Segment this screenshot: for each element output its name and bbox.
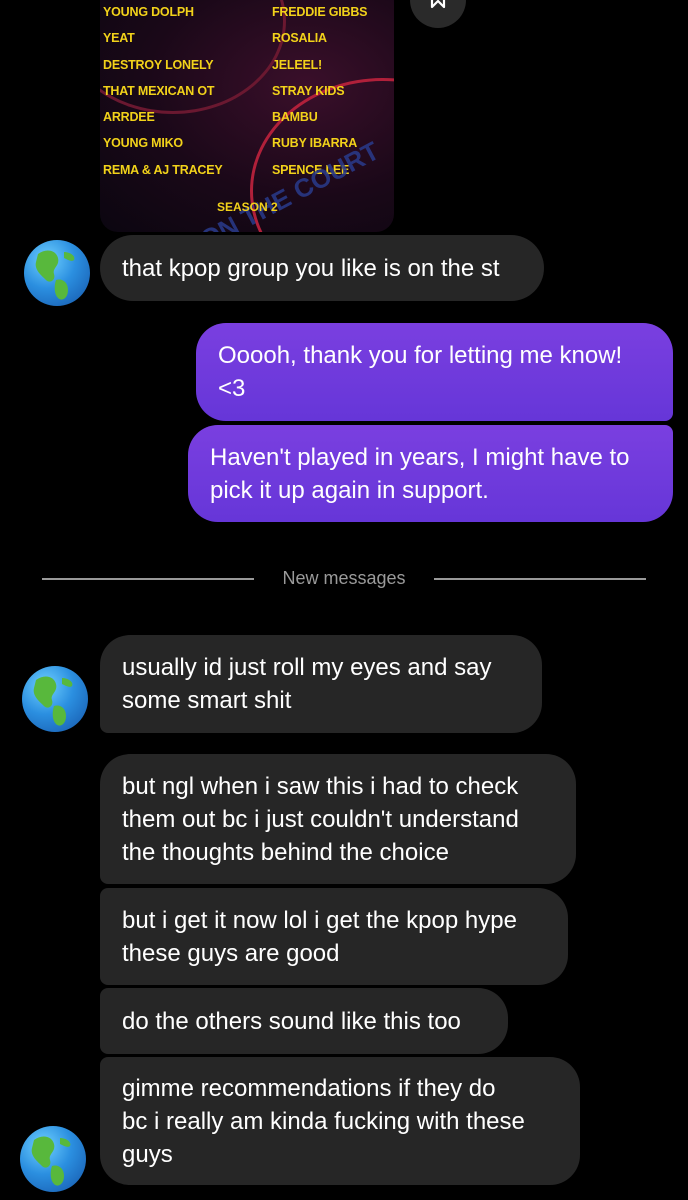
avatar[interactable] bbox=[20, 1126, 86, 1192]
lineup-left-column: YOUNG DOLPH YEAT DESTROY LONELY THAT MEX… bbox=[103, 2, 253, 186]
bookmark-button[interactable] bbox=[410, 0, 466, 28]
shared-post-image[interactable]: YOUNG DOLPH YEAT DESTROY LONELY THAT MEX… bbox=[100, 0, 394, 232]
globe-americas-icon bbox=[33, 676, 73, 726]
lineup-name: YOUNG MIKO bbox=[103, 136, 183, 151]
new-messages-divider: New messages bbox=[0, 566, 688, 592]
lineup-name: DESTROY LONELY bbox=[103, 57, 214, 72]
globe-americas-icon bbox=[35, 250, 75, 300]
lineup-name: ARRDEE bbox=[103, 110, 155, 125]
globe-americas-icon bbox=[31, 1136, 71, 1186]
lineup-name: ROSALIA bbox=[272, 31, 327, 46]
message-text: do the others sound like this too bbox=[122, 1007, 461, 1035]
poster-season-label: SEASON 2 bbox=[217, 200, 278, 214]
message-text: but i get it now lol i get the kpop hype… bbox=[122, 906, 517, 967]
message-bubble-outgoing[interactable]: Haven't played in years, I might have to… bbox=[188, 425, 673, 522]
message-bubble-incoming[interactable]: but ngl when i saw this i had to check t… bbox=[100, 754, 576, 884]
avatar[interactable] bbox=[22, 666, 88, 732]
message-text: Haven't played in years, I might have to… bbox=[210, 443, 630, 504]
message-bubble-incoming[interactable]: usually id just roll my eyes and say som… bbox=[100, 635, 542, 733]
lineup-name: YEAT bbox=[103, 31, 135, 46]
message-bubble-incoming[interactable]: gimme recommendations if they do bc i re… bbox=[100, 1057, 580, 1185]
lineup-name: YOUNG DOLPH bbox=[103, 5, 194, 19]
message-text: but ngl when i saw this i had to check t… bbox=[122, 772, 519, 866]
message-bubble-incoming[interactable]: that kpop group you like is on the st bbox=[100, 235, 544, 301]
lineup-name: FREDDIE GIBBS bbox=[272, 5, 368, 19]
avatar[interactable] bbox=[24, 240, 90, 306]
message-text: that kpop group you like is on the st bbox=[122, 254, 500, 282]
lineup-name: BAMBU bbox=[272, 110, 318, 125]
message-bubble-outgoing[interactable]: Ooooh, thank you for letting me know! <3 bbox=[196, 323, 673, 421]
lineup-name: STRAY KIDS bbox=[272, 83, 345, 98]
message-bubble-incoming[interactable]: do the others sound like this too bbox=[100, 988, 508, 1054]
bookmark-icon bbox=[427, 0, 449, 14]
divider-line bbox=[434, 578, 646, 580]
message-text: usually id just roll my eyes and say som… bbox=[122, 654, 492, 714]
message-text: gimme recommendations if they do bc i re… bbox=[122, 1074, 525, 1168]
message-bubble-incoming[interactable]: but i get it now lol i get the kpop hype… bbox=[100, 888, 568, 985]
message-text: Ooooh, thank you for letting me know! <3 bbox=[218, 342, 623, 402]
lineup-name: JELEEL! bbox=[272, 57, 322, 72]
lineup-name: REMA & AJ TRACEY bbox=[103, 162, 223, 177]
lineup-name: THAT MEXICAN OT bbox=[103, 83, 215, 98]
